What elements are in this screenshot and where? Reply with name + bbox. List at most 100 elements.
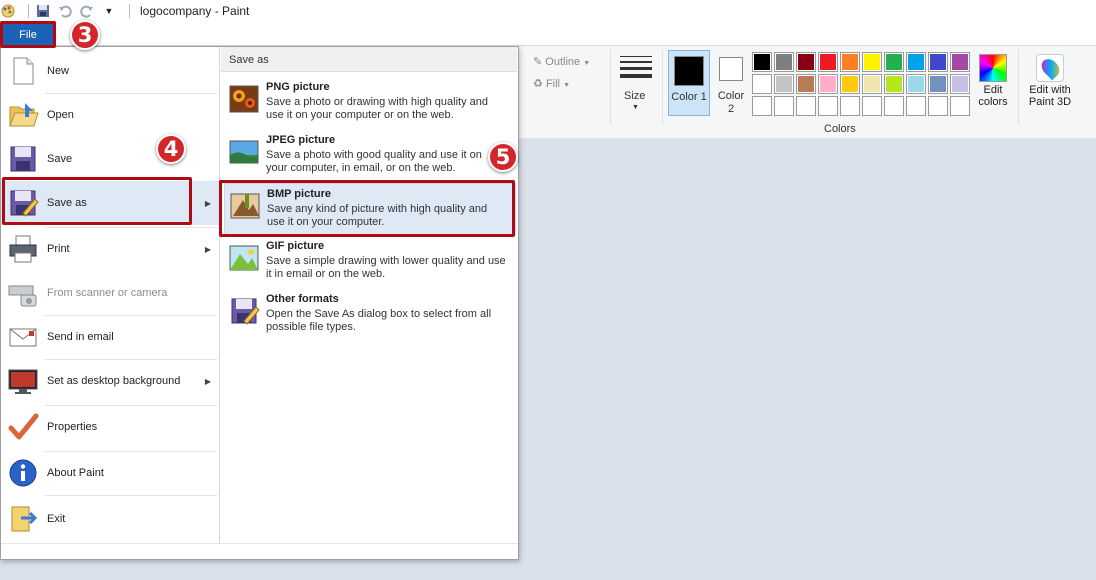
edit-with-paint3d-button[interactable]: Edit with Paint 3D bbox=[1024, 52, 1076, 108]
undo-icon[interactable] bbox=[57, 3, 73, 19]
paint-app-icon[interactable] bbox=[0, 3, 16, 19]
window-title: logocompany - Paint bbox=[140, 4, 250, 18]
desktop-background-icon bbox=[8, 369, 38, 394]
palette-swatch[interactable] bbox=[840, 96, 860, 116]
menu-new-label: New bbox=[47, 65, 70, 77]
edit-paint3d-label: Edit with Paint 3D bbox=[1028, 84, 1072, 108]
palette-swatch[interactable] bbox=[884, 52, 904, 72]
color2-swatch bbox=[719, 57, 743, 81]
palette-swatch[interactable] bbox=[796, 96, 816, 116]
menu-about-paint-label: About Paint bbox=[47, 467, 104, 479]
fill-icon: ♻ bbox=[533, 78, 543, 90]
ribbon-tabs bbox=[0, 22, 1096, 46]
menu-save[interactable]: Save bbox=[1, 137, 219, 181]
menu-new[interactable]: New bbox=[1, 49, 219, 93]
file-menu-footer bbox=[1, 543, 518, 559]
palette-swatch[interactable] bbox=[774, 52, 794, 72]
highlight-file-button bbox=[0, 21, 56, 48]
menu-send-email[interactable]: Send in email bbox=[1, 315, 219, 359]
palette-swatch[interactable] bbox=[774, 74, 794, 94]
edit-colors-button[interactable]: Edit colors bbox=[974, 52, 1012, 108]
gif-picture-icon bbox=[229, 245, 259, 271]
palette-swatch[interactable] bbox=[752, 52, 772, 72]
size-dropdown-icon: ▼ bbox=[632, 104, 639, 111]
palette-swatch[interactable] bbox=[774, 96, 794, 116]
palette-swatch[interactable] bbox=[906, 74, 926, 94]
palette-swatch[interactable] bbox=[818, 52, 838, 72]
palette-swatch[interactable] bbox=[752, 96, 772, 116]
menu-about-paint[interactable]: About Paint bbox=[1, 451, 219, 495]
save-as-jpeg[interactable]: JPEG picture Save a photo with good qual… bbox=[224, 130, 516, 182]
menu-from-scanner-label: From scanner or camera bbox=[47, 287, 168, 299]
menu-properties-label: Properties bbox=[47, 421, 98, 433]
other-formats-desc: Open the Save As dialog box to select fr… bbox=[266, 308, 492, 333]
menu-properties[interactable]: Properties bbox=[1, 405, 219, 449]
palette-swatch[interactable] bbox=[928, 96, 948, 116]
file-menu-left: New Open Save Save as ▶ Print ▶ From sca… bbox=[1, 47, 219, 543]
step-badge-5: 5 bbox=[488, 142, 518, 172]
menu-open[interactable]: Open bbox=[1, 93, 219, 137]
menu-exit-label: Exit bbox=[47, 513, 66, 525]
menu-from-scanner: From scanner or camera bbox=[1, 271, 219, 315]
palette-swatch[interactable] bbox=[840, 74, 860, 94]
palette-swatch[interactable] bbox=[928, 74, 948, 94]
quick-access-toolbar: ▼ bbox=[0, 0, 136, 22]
palette-swatch[interactable] bbox=[862, 52, 882, 72]
menu-print-label: Print bbox=[47, 243, 70, 255]
palette-swatch[interactable] bbox=[796, 52, 816, 72]
palette-swatch[interactable] bbox=[796, 74, 816, 94]
color2-button[interactable]: Color 2 bbox=[714, 50, 748, 116]
palette-swatch[interactable] bbox=[906, 96, 926, 116]
menu-set-desktop-background-label: Set as desktop background bbox=[47, 375, 181, 387]
color1-swatch bbox=[674, 56, 704, 86]
other-formats-title: Other formats bbox=[266, 293, 339, 305]
customize-toolbar-icon[interactable]: ▼ bbox=[101, 3, 117, 19]
palette-swatch[interactable] bbox=[950, 74, 970, 94]
palette-swatch[interactable] bbox=[752, 74, 772, 94]
quick-save-icon[interactable] bbox=[35, 3, 51, 19]
menu-set-desktop-background[interactable]: Set as desktop background ▶ bbox=[1, 359, 219, 403]
palette-swatch[interactable] bbox=[840, 52, 860, 72]
email-icon bbox=[9, 328, 37, 347]
palette-swatch[interactable] bbox=[884, 74, 904, 94]
colors-group-label: Colors bbox=[824, 123, 856, 135]
palette-swatch[interactable] bbox=[950, 96, 970, 116]
menu-save-label: Save bbox=[47, 153, 73, 165]
palette-swatch[interactable] bbox=[884, 96, 904, 116]
palette-swatch[interactable] bbox=[818, 74, 838, 94]
highlight-bmp-picture bbox=[219, 180, 515, 237]
menu-open-label: Open bbox=[47, 109, 74, 121]
outline-dropdown[interactable]: ✎ Outline ▼ bbox=[533, 55, 590, 68]
file-menu: New Open Save Save as ▶ Print ▶ From sca… bbox=[0, 46, 519, 560]
fill-label: Fill bbox=[545, 78, 560, 90]
checkmark-icon bbox=[8, 413, 39, 440]
png-desc: Save a photo or drawing with high qualit… bbox=[266, 96, 488, 121]
save-as-other-formats[interactable]: Other formats Open the Save As dialog bo… bbox=[224, 289, 516, 341]
color1-button[interactable]: Color 1 bbox=[668, 50, 710, 116]
menu-print[interactable]: Print ▶ bbox=[1, 227, 219, 271]
palette-swatch[interactable] bbox=[928, 52, 948, 72]
other-formats-icon bbox=[231, 298, 260, 325]
edit-colors-icon bbox=[979, 54, 1007, 82]
jpeg-title: JPEG picture bbox=[266, 134, 336, 146]
redo-icon[interactable] bbox=[79, 3, 95, 19]
png-title: PNG picture bbox=[266, 81, 330, 93]
outline-icon: ✎ bbox=[533, 56, 543, 68]
step-badge-4: 4 bbox=[156, 134, 186, 164]
size-lines-icon bbox=[620, 56, 652, 82]
menu-exit[interactable]: Exit bbox=[1, 497, 219, 541]
submenu-arrow-icon: ▶ bbox=[204, 244, 211, 254]
size-label: Size bbox=[624, 90, 646, 102]
edit-colors-label: Edit colors bbox=[978, 84, 1008, 108]
palette-swatch[interactable] bbox=[950, 52, 970, 72]
palette-swatch[interactable] bbox=[862, 96, 882, 116]
save-as-png[interactable]: PNG picture Save a photo or drawing with… bbox=[224, 77, 516, 129]
color2-label: Color 2 bbox=[717, 90, 745, 115]
palette-swatch[interactable] bbox=[862, 74, 882, 94]
palette-swatch[interactable] bbox=[818, 96, 838, 116]
jpeg-desc: Save a photo with good quality and use i… bbox=[266, 149, 482, 174]
palette-swatch[interactable] bbox=[906, 52, 926, 72]
outline-label: Outline bbox=[545, 56, 581, 68]
save-as-gif[interactable]: GIF picture Save a simple drawing with l… bbox=[224, 236, 516, 288]
fill-dropdown[interactable]: ♻ Fill ▼ bbox=[533, 77, 570, 90]
